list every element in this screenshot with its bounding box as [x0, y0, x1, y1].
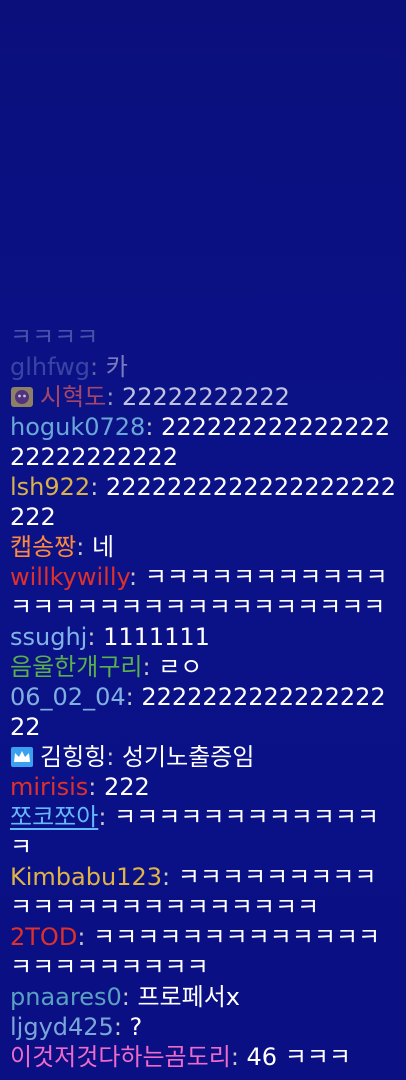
nickname-separator: : — [90, 353, 106, 381]
chat-message-text: ㄹㅇ — [158, 653, 203, 681]
nickname-separator: : — [145, 413, 162, 441]
chat-message: mirisis: 222 — [0, 772, 406, 802]
chat-nickname[interactable]: 06_02_04 — [10, 683, 126, 711]
nickname-separator: : — [106, 383, 122, 411]
chat-message: ssughj: 1111111 — [0, 622, 406, 652]
chat-nickname[interactable]: 캡송짱 — [10, 533, 76, 561]
message-list: ㅋㅋㅋㅋ glhfwg: 카 시혁도: 22222222222 hoguk0728: … — [0, 322, 406, 1072]
nickname-separator: : — [121, 983, 138, 1011]
nickname-separator: : — [230, 1043, 247, 1071]
chat-message: pnaares0: 프로페서x — [0, 982, 406, 1012]
nickname-separator: : — [98, 803, 115, 831]
nickname-separator: : — [113, 1013, 130, 1041]
chat-nickname[interactable]: 시혁도 — [40, 383, 106, 411]
chat-nickname[interactable]: Kimbabu123 — [10, 863, 162, 891]
chat-message: willkywilly: ㅋㅋㅋㅋㅋㅋㅋㅋㅋㅋㅋㅋㅋㅋㅋㅋㅋㅋㅋㅋㅋㅋㅋㅋㅋㅋㅋ… — [0, 562, 406, 622]
chat-message-text: 네 — [91, 533, 115, 561]
chat-message: 2TOD: ㅋㅋㅋㅋㅋㅋㅋㅋㅋㅋㅋㅋㅋㅋㅋㅋㅋㅋㅋㅋㅋㅋ — [0, 922, 406, 982]
nickname-separator: : — [142, 653, 159, 681]
chat-message: glhfwg: 카 — [0, 352, 406, 382]
chat-nickname[interactable]: willkywilly — [10, 563, 129, 591]
chat-nickname[interactable]: ljgyd425 — [10, 1013, 114, 1041]
nickname-separator: : — [76, 533, 92, 561]
chat-message: ljgyd425: ? — [0, 1012, 406, 1042]
chat-log: ㅋㅋㅋㅋ glhfwg: 카 시혁도: 22222222222 hoguk0728: … — [0, 0, 406, 1080]
chat-message: hoguk0728: 22222222222222222222222222 — [0, 412, 406, 472]
chat-message-text: ? — [129, 1013, 143, 1041]
chat-nickname[interactable]: lsh922 — [10, 473, 90, 501]
chat-message-text: 성기노출증임 — [121, 743, 255, 771]
chat-nickname[interactable]: pnaares0 — [10, 983, 122, 1011]
chat-message-text: 22222222222 — [121, 383, 290, 411]
nickname-separator: : — [106, 743, 122, 771]
chat-message: 이것저것다하는곰도리: 46 ㅋㅋㅋ — [0, 1042, 406, 1072]
chat-message-text: 카 — [105, 353, 128, 381]
chat-message: 음울한개구리: ㄹㅇ — [0, 652, 406, 682]
nickname-separator: : — [90, 473, 106, 501]
chat-nickname[interactable]: hoguk0728 — [10, 413, 145, 441]
chat-message: lsh922: 2222222222222222222222 — [0, 472, 406, 532]
chat-nickname[interactable]: 이것저것다하는곰도리 — [10, 1043, 231, 1071]
chat-message: 쪼코쪼아: ㅋㅋㅋㅋㅋㅋㅋㅋㅋㅋㅋㅋㅋ — [0, 802, 406, 862]
chat-nickname[interactable]: 2TOD — [10, 923, 77, 951]
chat-message: 시혁도: 22222222222 — [0, 382, 406, 412]
chat-message-text: 222 — [103, 773, 150, 801]
nickname-separator: : — [88, 773, 104, 801]
chat-nickname[interactable]: glhfwg — [10, 353, 90, 381]
nickname-separator: : — [125, 683, 142, 711]
chat-nickname[interactable]: 음울한개구리 — [10, 653, 142, 681]
chat-nickname[interactable]: ssughj — [10, 623, 87, 651]
chat-message-text: 1111111 — [103, 623, 210, 651]
nickname-separator: : — [87, 623, 104, 651]
chat-message-text: 46 ㅋㅋㅋ — [246, 1043, 351, 1071]
chat-nickname[interactable]: mirisis — [10, 773, 88, 801]
chat-message: 김힝힝: 성기노출증임 — [0, 742, 406, 772]
chat-message: ㅋㅋㅋㅋ — [0, 322, 406, 352]
chat-message: 06_02_04: 222222222222222222 — [0, 682, 406, 742]
fan-badge-icon — [10, 385, 34, 407]
crown-badge-icon — [10, 745, 34, 767]
chat-nickname[interactable]: 김힝힝 — [40, 743, 106, 771]
chat-message: 캡송짱: 네 — [0, 532, 406, 562]
chat-message-text: ㅋㅋㅋㅋ — [10, 323, 99, 351]
nickname-separator: : — [77, 923, 94, 951]
nickname-separator: : — [128, 563, 145, 591]
chat-message-text: 프로페서x — [137, 983, 240, 1011]
nickname-separator: : — [161, 863, 178, 891]
chat-nickname[interactable]: 쪼코쪼아 — [10, 803, 98, 831]
chat-message: Kimbabu123: ㅋㅋㅋㅋㅋㅋㅋㅋㅋㅋㅋㅋㅋㅋㅋㅋㅋㅋㅋㅋㅋㅋㅋ — [0, 862, 406, 922]
